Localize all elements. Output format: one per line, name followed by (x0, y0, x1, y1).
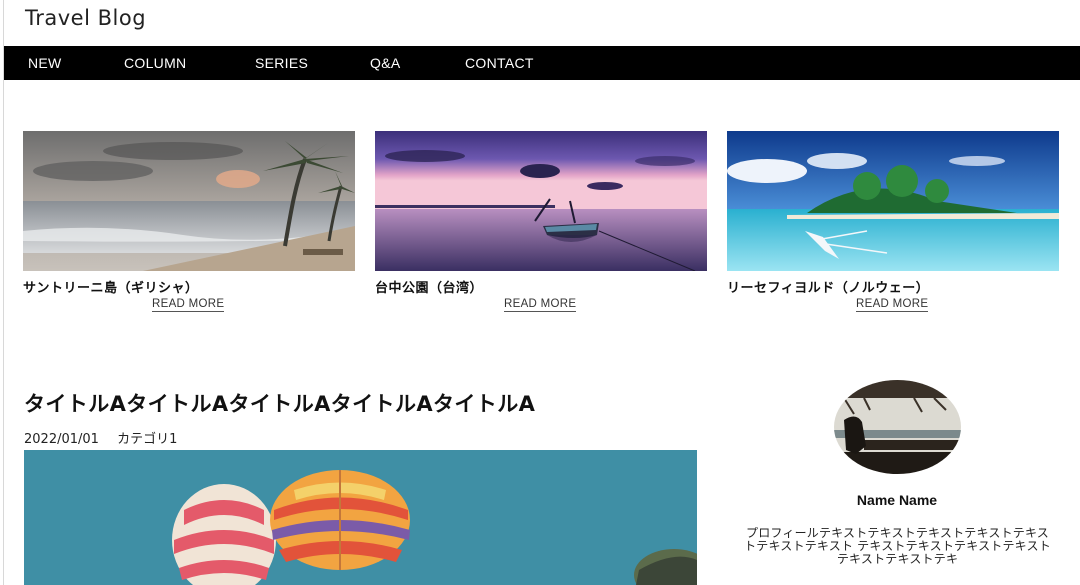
beach-palm-image[interactable] (23, 131, 355, 271)
featured-card: 台中公園（台湾） READ MORE (375, 131, 707, 312)
site-title[interactable]: Travel Blog (25, 6, 146, 30)
nav-series[interactable]: SERIES (255, 46, 308, 80)
post-meta: 2022/01/01 カテゴリ1 (24, 428, 177, 447)
post-date: 2022/01/01 (24, 432, 99, 447)
featured-card: リーセフィヨルド（ノルウェー） READ MORE (727, 131, 1059, 312)
card-title: 台中公園（台湾） (375, 281, 484, 296)
featured-card: サントリーニ島（ギリシャ） READ MORE (23, 131, 355, 312)
hot-air-balloon-image[interactable] (24, 450, 697, 585)
profile-avatar[interactable] (834, 380, 961, 474)
profile-text: プロフィールテキストテキストテキストテキストテキストテキストテキスト テキストテ… (744, 526, 1051, 566)
card-title: サントリーニ島（ギリシャ） (23, 281, 199, 296)
nav-new[interactable]: NEW (28, 46, 62, 80)
post-title[interactable]: タイトルAタイトルAタイトルAタイトルAタイトルA (24, 388, 535, 418)
nav-qa[interactable]: Q&A (370, 46, 400, 80)
page-border (3, 0, 4, 585)
card-title: リーセフィヨルド（ノルウェー） (727, 281, 930, 296)
post-category[interactable]: カテゴリ1 (117, 432, 177, 447)
nav-contact[interactable]: CONTACT (465, 46, 534, 80)
tropical-island-image[interactable] (727, 131, 1059, 271)
read-more-link[interactable]: READ MORE (152, 298, 225, 312)
main-nav: NEW COLUMN SERIES Q&A CONTACT (4, 46, 1080, 80)
profile-name: Name Name (856, 492, 938, 508)
read-more-link[interactable]: READ MORE (504, 298, 577, 312)
sunset-boat-image[interactable] (375, 131, 707, 271)
read-more-link[interactable]: READ MORE (856, 298, 929, 312)
nav-column[interactable]: COLUMN (124, 46, 186, 80)
